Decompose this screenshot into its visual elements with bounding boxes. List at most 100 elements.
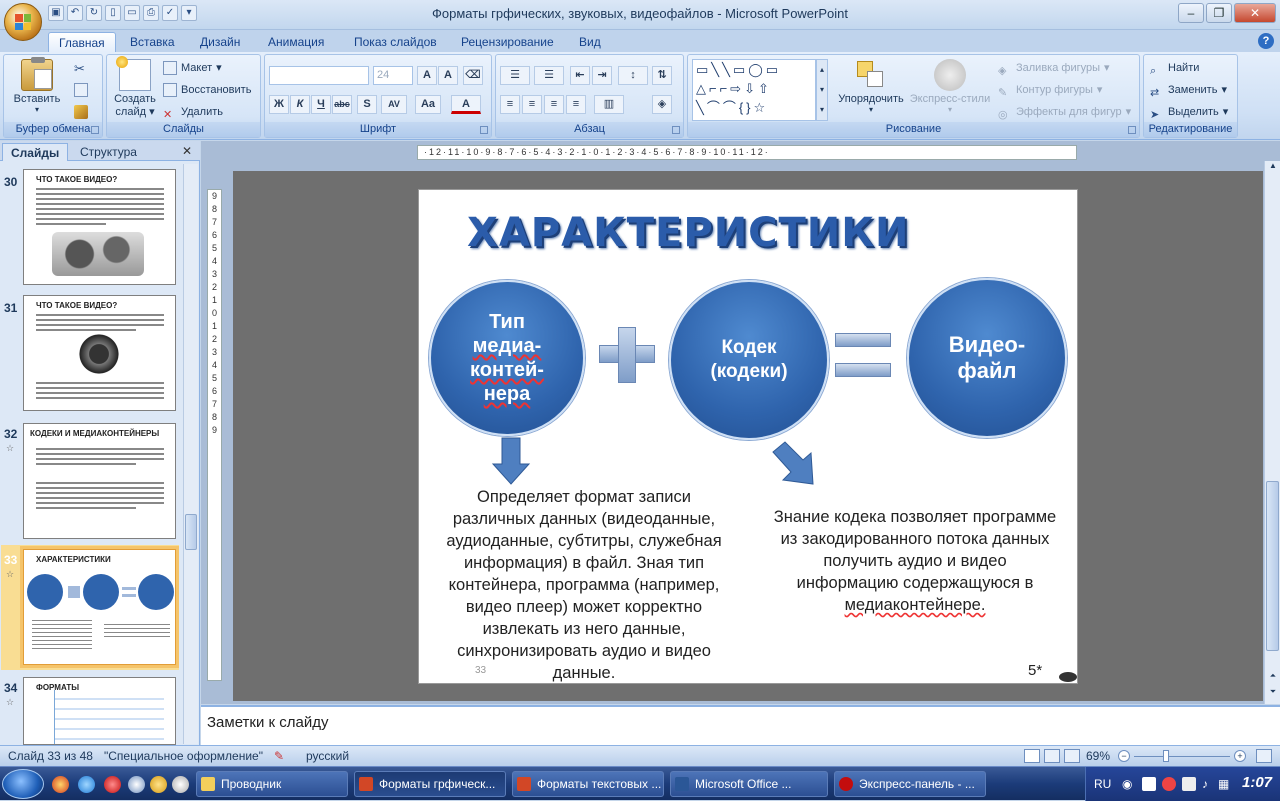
tab-animation[interactable]: Анимация	[258, 32, 334, 52]
slide-thumbnail-selected[interactable]: ХАРАКТЕРИСТИКИ	[20, 546, 179, 668]
decrease-indent-icon[interactable]: ⇤	[570, 66, 590, 85]
smartart-icon[interactable]: ◈	[652, 95, 672, 114]
taskbar-item-office[interactable]: Microsoft Office ...	[670, 771, 828, 797]
prev-slide-icon[interactable]: ⏶	[1266, 671, 1280, 685]
notes-pane[interactable]: Заметки к слайду	[201, 705, 1280, 745]
tab-outline[interactable]: Структура	[72, 143, 145, 161]
shapes-scroll[interactable]: ▴ ▾ ▾	[816, 59, 828, 121]
tab-slides[interactable]: Слайды	[2, 143, 69, 161]
shapes-gallery[interactable]: ▭╲╲▭◯▭ △⌐⌐⇨⇩⇧ ╲⌒⌒{}☆	[692, 59, 816, 121]
quick-launch-icon[interactable]	[172, 776, 189, 793]
grow-font-icon[interactable]: A	[417, 66, 437, 85]
slide-thumbnail[interactable]: ФОРМАТЫ	[23, 677, 176, 745]
dialog-launcher-icon[interactable]	[480, 126, 488, 134]
shrink-font-icon[interactable]: A	[438, 66, 458, 85]
numbering-icon[interactable]: ☰	[534, 66, 564, 85]
shadow-button[interactable]: S	[357, 95, 377, 114]
browser-icon[interactable]	[52, 776, 69, 793]
transition-icon[interactable]: ☆	[6, 697, 14, 708]
taskbar-item-powerpoint[interactable]: Форматы грфическ...	[354, 771, 506, 797]
zoom-in-icon[interactable]: +	[1234, 750, 1246, 762]
quick-launch-icon[interactable]	[150, 776, 167, 793]
panel-scrollbar[interactable]	[183, 164, 198, 744]
codec-description[interactable]: Знание кодека позволяет программе из зако…	[752, 506, 1077, 616]
font-size-box[interactable]: 24	[373, 66, 413, 85]
volume-icon[interactable]: ♪	[1202, 777, 1208, 791]
zoom-level[interactable]: 69%	[1086, 749, 1110, 763]
italic-button[interactable]: К	[290, 95, 310, 114]
spellcheck-icon[interactable]: ✎	[274, 749, 284, 763]
justify-icon[interactable]: ≡	[566, 95, 586, 114]
dialog-launcher-icon[interactable]	[1128, 126, 1136, 134]
tray-icon[interactable]: ◉	[1122, 777, 1132, 791]
scroll-thumb[interactable]	[185, 514, 197, 550]
taskbar-item-powerpoint2[interactable]: Форматы текстовых ...	[512, 771, 664, 797]
shape-outline-button[interactable]: ✎ Контур фигуры ▾	[998, 80, 1102, 100]
layout-button[interactable]: Макет ▾	[163, 58, 222, 78]
strike-button[interactable]: abc	[332, 95, 352, 114]
notes-placeholder[interactable]: Заметки к слайду	[207, 714, 329, 731]
tray-icon[interactable]	[1142, 777, 1156, 791]
transition-icon[interactable]: ☆	[6, 569, 14, 580]
quick-styles-button[interactable]: Экспресс-стили ▾	[908, 59, 992, 114]
select-button[interactable]: ➤ Выделить ▾	[1150, 102, 1228, 122]
close-icon[interactable]: ✕	[182, 144, 192, 158]
clock[interactable]: 1:07	[1242, 774, 1272, 791]
zoom-slider-thumb[interactable]	[1163, 750, 1169, 762]
reset-button[interactable]: Восстановить	[163, 80, 251, 100]
increase-indent-icon[interactable]: ⇥	[592, 66, 612, 85]
format-painter-icon[interactable]	[74, 105, 88, 119]
sorter-view-icon[interactable]	[1044, 749, 1060, 763]
network-icon[interactable]: ▦	[1218, 777, 1229, 791]
tab-slideshow[interactable]: Показ слайдов	[344, 32, 447, 52]
font-name-box[interactable]	[269, 66, 369, 85]
slide-title[interactable]: ХАРАКТЕРИСТИКИ	[467, 210, 909, 256]
quick-launch-icon[interactable]	[128, 776, 145, 793]
shape-effects-button[interactable]: ◎ Эффекты для фигур ▾	[998, 102, 1131, 122]
tab-view[interactable]: Вид	[569, 32, 611, 52]
tab-home[interactable]: Главная	[48, 32, 116, 52]
maximize-button[interactable]: ❐	[1206, 3, 1232, 23]
tab-review[interactable]: Рецензирование	[451, 32, 564, 52]
minimize-button[interactable]: –	[1178, 3, 1204, 23]
circle-media-container[interactable]: Тип медиа-контей-нера	[429, 280, 585, 436]
taskbar-item-opera[interactable]: Экспресс-панель - ...	[834, 771, 986, 797]
editor-scrollbar[interactable]: ▲ ⏶ ⏷	[1264, 161, 1280, 704]
align-left-icon[interactable]: ≡	[500, 95, 520, 114]
circle-video-file[interactable]: Видео-файл	[907, 278, 1067, 438]
office-button[interactable]	[4, 3, 42, 41]
next-slide-icon[interactable]: ⏷	[1266, 687, 1280, 701]
new-slide-button[interactable]: Создать слайд ▾	[111, 56, 159, 118]
font-color-button[interactable]: A	[451, 95, 481, 114]
copy-icon[interactable]	[74, 83, 88, 97]
tray-icon[interactable]	[1182, 777, 1196, 791]
start-button[interactable]	[2, 769, 44, 799]
scroll-up-icon[interactable]: ▲	[1266, 161, 1280, 175]
language[interactable]: русский	[306, 749, 349, 763]
slideshow-view-icon[interactable]	[1064, 749, 1080, 763]
columns-icon[interactable]: ▥	[594, 95, 624, 114]
bullets-icon[interactable]: ☰	[500, 66, 530, 85]
align-center-icon[interactable]: ≡	[522, 95, 542, 114]
opera-icon[interactable]	[104, 776, 121, 793]
slide-canvas[interactable]: ХАРАКТЕРИСТИКИ Тип медиа-контей-нера Коде…	[418, 189, 1078, 684]
tab-insert[interactable]: Вставка	[120, 32, 185, 52]
taskbar-item-explorer[interactable]: Проводник	[196, 771, 348, 797]
scroll-thumb[interactable]	[1266, 481, 1279, 651]
paste-button[interactable]: Вставить ▾	[12, 57, 62, 114]
normal-view-icon[interactable]	[1024, 749, 1040, 763]
language-indicator[interactable]: RU	[1094, 777, 1111, 791]
zoom-out-icon[interactable]: −	[1118, 750, 1130, 762]
theme-name[interactable]: "Специальное оформление"	[104, 749, 263, 763]
align-right-icon[interactable]: ≡	[544, 95, 564, 114]
dialog-launcher-icon[interactable]	[91, 126, 99, 134]
transition-icon[interactable]: ☆	[6, 443, 14, 454]
arrange-button[interactable]: Упорядочить ▾	[834, 59, 908, 114]
slide-thumbnail[interactable]: ЧТО ТАКОЕ ВИДЕО?	[23, 169, 176, 285]
dialog-launcher-icon[interactable]	[672, 126, 680, 134]
container-description[interactable]: Определяет формат записи различных данных…	[424, 486, 744, 683]
line-spacing-icon[interactable]: ↕	[618, 66, 648, 85]
replace-button[interactable]: ⇄ Заменить ▾	[1150, 80, 1227, 100]
case-button[interactable]: Aa	[415, 95, 441, 114]
fit-window-icon[interactable]	[1256, 749, 1272, 763]
